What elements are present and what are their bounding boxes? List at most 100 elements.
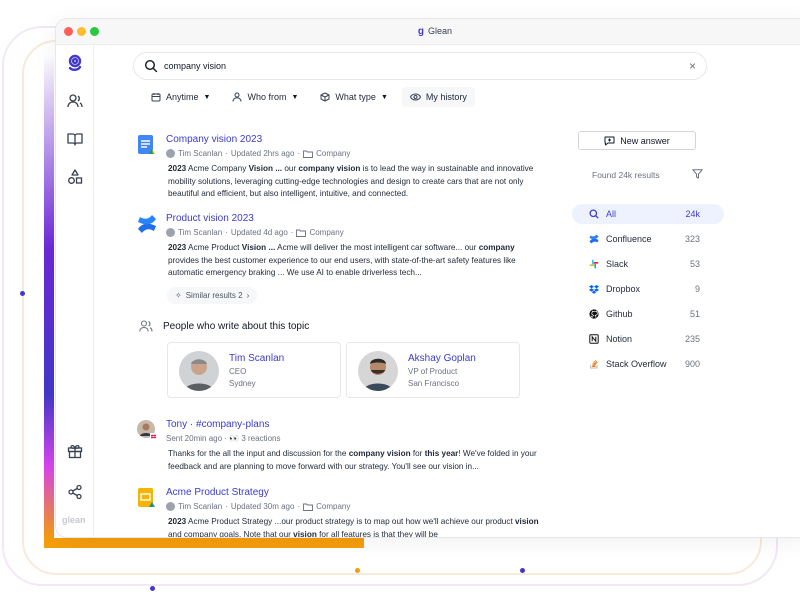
result-title[interactable]: Product vision 2023	[166, 213, 254, 224]
result-folder: Company	[309, 228, 344, 237]
author-avatar	[166, 149, 175, 158]
source-label: Github	[606, 309, 633, 319]
source-label: Stack Overflow	[606, 359, 667, 369]
similar-results-button[interactable]: ✧ Similar results 2 ›	[167, 287, 258, 304]
people-section-header: People who write about this topic	[139, 320, 309, 332]
people-heading: People who write about this topic	[163, 320, 310, 332]
result-updated: Updated 2hrs ago	[230, 149, 295, 158]
source-count: 53	[689, 259, 700, 269]
avatar	[136, 419, 158, 441]
caret-down-icon: ▼	[380, 93, 388, 101]
source-filter-slack[interactable]: Slack 53	[572, 254, 724, 274]
source-filter-notion[interactable]: Notion 235	[572, 329, 724, 349]
result-title[interactable]: Acme Product Strategy	[166, 487, 269, 498]
confluence-icon	[589, 234, 599, 244]
result-folder: Company	[316, 149, 351, 158]
filter-what-type[interactable]: What type ▼	[312, 87, 395, 107]
result-author: Tim Scanlan	[178, 502, 223, 511]
source-label: Dropbox	[606, 284, 641, 294]
author-avatar	[166, 228, 175, 237]
decorative-dot	[150, 586, 155, 591]
filter-label: Anytime	[166, 92, 199, 102]
result-author: Tim Scanlan	[178, 149, 223, 158]
source-filter-all[interactable]: All 24k	[572, 204, 724, 224]
person-card[interactable]: Tim Scanlan CEO Sydney	[167, 342, 341, 398]
google-slides-icon	[136, 487, 158, 509]
result-title[interactable]: Company vision 2023	[166, 134, 262, 145]
result-snippet: 2023 Acme Product Vision ... Acme will d…	[168, 243, 516, 277]
confluence-icon	[136, 213, 158, 235]
result-snippet: Thanks for the all the input and discuss…	[168, 449, 537, 471]
person-card[interactable]: Akshay Goplan VP of Product San Francisc…	[346, 342, 520, 398]
search-icon	[589, 209, 599, 219]
shapes-icon[interactable]	[65, 167, 85, 187]
folder-icon	[296, 229, 307, 237]
result-title[interactable]: Tony · #company-plans	[166, 419, 269, 430]
search-input[interactable]: company vision	[164, 61, 226, 71]
gift-icon[interactable]	[65, 441, 85, 461]
source-filter-dropbox[interactable]: Dropbox 9	[572, 279, 724, 299]
source-filter-github[interactable]: Github 51	[572, 304, 724, 324]
filter-anytime[interactable]: Anytime ▼	[143, 87, 218, 107]
result-meta: Sent 20min ago · 👀 3 reactions	[166, 434, 281, 443]
result-meta: Tim Scanlan · Updated 2hrs ago · Company	[166, 149, 350, 158]
filter-icon[interactable]	[692, 169, 703, 179]
source-label: Slack	[606, 259, 629, 269]
source-count: 24k	[685, 209, 700, 219]
avatar	[179, 351, 219, 391]
person-role: CEO	[229, 367, 247, 376]
app-window: g Glean glean company vision × Anytime ▼…	[55, 18, 800, 538]
chat-plus-icon	[604, 136, 615, 145]
title-bar: g Glean	[56, 19, 800, 45]
filter-label: Who from	[247, 92, 287, 102]
new-answer-label: New answer	[620, 135, 670, 146]
source-count: 51	[689, 309, 700, 319]
person-icon	[232, 92, 242, 102]
avatar	[358, 351, 398, 391]
caret-down-icon: ▼	[291, 93, 299, 101]
new-answer-button[interactable]: New answer	[578, 131, 696, 150]
source-label: Confluence	[606, 234, 652, 244]
source-count: 235	[684, 334, 700, 344]
filter-who-from[interactable]: Who from ▼	[224, 87, 306, 107]
eye-icon	[409, 93, 421, 101]
search-bar[interactable]: company vision ×	[133, 52, 707, 80]
clear-search-icon[interactable]: ×	[689, 59, 696, 73]
source-filter-confluence[interactable]: Confluence 323	[572, 229, 724, 249]
person-location: San Francisco	[408, 379, 460, 388]
share-icon[interactable]	[65, 482, 85, 502]
sparkle-icon: ✧	[175, 291, 182, 300]
folder-icon	[303, 150, 314, 158]
source-filter-stack-overflow[interactable]: Stack Overflow 900	[572, 354, 724, 374]
result-snippet: 2023 Acme Company Vision ... our company…	[168, 164, 534, 198]
notion-icon	[589, 334, 599, 344]
source-count: 900	[684, 359, 700, 369]
source-count: 323	[684, 234, 700, 244]
decorative-dot	[520, 568, 525, 573]
result-updated: Updated 30m ago	[230, 502, 295, 511]
sidebar: glean	[56, 45, 94, 537]
stackoverflow-icon	[589, 359, 599, 369]
book-icon[interactable]	[65, 129, 85, 149]
person-role: VP of Product	[408, 367, 458, 376]
person-location: Sydney	[229, 379, 256, 388]
source-label: Notion	[606, 334, 633, 344]
glean-wordmark: glean	[62, 515, 86, 525]
calendar-icon	[151, 93, 161, 102]
filter-my-history[interactable]: My history	[401, 87, 475, 107]
people-icon[interactable]	[65, 91, 85, 111]
folder-icon	[303, 503, 314, 511]
result-folder: Company	[316, 502, 351, 511]
decorative-dot	[355, 568, 360, 573]
person-name[interactable]: Tim Scanlan	[229, 353, 284, 364]
filter-label: What type	[335, 92, 376, 102]
search-icon	[144, 59, 158, 73]
person-name[interactable]: Akshay Goplan	[408, 353, 476, 364]
github-icon	[589, 309, 599, 319]
filter-bar: Anytime ▼ Who from ▼ What type ▼ My hist…	[143, 87, 475, 107]
filter-label: My history	[425, 92, 467, 102]
slack-icon	[589, 259, 599, 269]
people-icon	[139, 320, 153, 332]
source-count: 9	[694, 284, 700, 294]
glean-logo-icon[interactable]	[65, 53, 85, 73]
